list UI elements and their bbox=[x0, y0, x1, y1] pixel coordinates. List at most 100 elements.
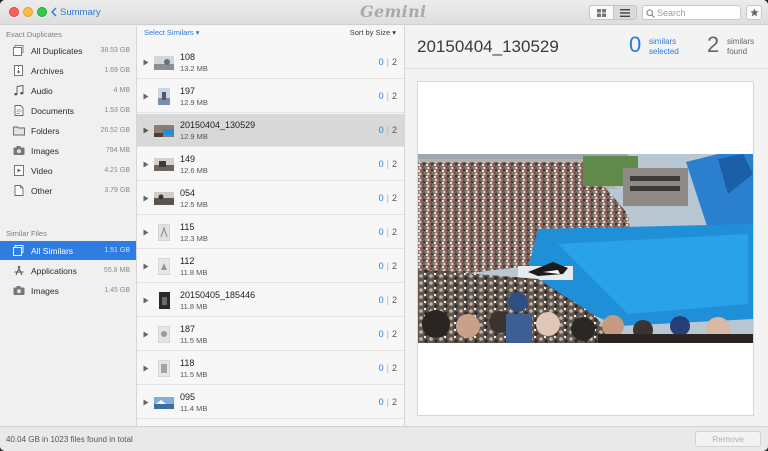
sidebar-item-folders[interactable]: Folders 26.52 GB bbox=[0, 121, 136, 140]
stat-label: selected bbox=[649, 47, 679, 56]
list-item[interactable]: 095 11.4 MB 0 | 2 bbox=[137, 386, 404, 419]
image-preview[interactable] bbox=[417, 81, 754, 416]
sidebar-item-label: Documents bbox=[31, 106, 74, 116]
list-item[interactable]: 197 12.9 MB 0 | 2 bbox=[137, 80, 404, 113]
sidebar-item-label: Audio bbox=[31, 86, 53, 96]
disclosure-triangle-icon[interactable] bbox=[143, 229, 149, 236]
similar-count: 0 | 2 bbox=[378, 397, 397, 407]
sidebar-item-similar-images[interactable]: Images 1.45 GB bbox=[0, 281, 136, 300]
thumbnail bbox=[154, 360, 174, 377]
search-input[interactable] bbox=[657, 7, 737, 18]
thumbnail bbox=[154, 224, 174, 241]
disclosure-triangle-icon[interactable] bbox=[143, 297, 149, 304]
disclosure-triangle-icon[interactable] bbox=[143, 331, 149, 338]
similar-count: 0 | 2 bbox=[378, 193, 397, 203]
sidebar: Exact Duplicates All Duplicates 38.53 GB… bbox=[0, 26, 137, 426]
disclosure-triangle-icon[interactable] bbox=[143, 195, 149, 202]
title-bar: Summary Gemini bbox=[0, 0, 768, 25]
remove-button[interactable]: Remove bbox=[695, 431, 761, 447]
totals-summary: 40.04 GB in 1023 files found in total bbox=[6, 435, 133, 444]
similar-count: 0 | 2 bbox=[378, 57, 397, 67]
sidebar-item-label: Video bbox=[31, 166, 53, 176]
similar-count: 0 | 2 bbox=[378, 227, 397, 237]
sidebar-item-images[interactable]: Images 794 MB bbox=[0, 141, 136, 160]
stat-label: similars bbox=[727, 37, 755, 46]
item-size: 12.6 MB bbox=[180, 166, 208, 175]
similar-count: 0 | 2 bbox=[378, 329, 397, 339]
similars-list[interactable]: Select Similars ▾ Sort by Size ▾ 108 13.… bbox=[137, 26, 405, 426]
back-label: Summary bbox=[60, 6, 101, 18]
sort-by-menu[interactable]: Sort by Size ▾ bbox=[350, 28, 396, 37]
sidebar-item-label: Images bbox=[31, 286, 59, 296]
thumbnail bbox=[154, 258, 174, 275]
item-name: 108 bbox=[180, 52, 196, 62]
sidebar-item-size: 38.53 GB bbox=[100, 47, 130, 54]
item-size: 13.2 MB bbox=[180, 64, 208, 73]
file-icon bbox=[14, 185, 24, 196]
item-name: 095 bbox=[180, 392, 196, 402]
minimize-window-button[interactable] bbox=[23, 7, 33, 17]
sidebar-item-archives[interactable]: Archives 1.69 GB bbox=[0, 61, 136, 80]
list-item[interactable]: 108 13.2 MB 0 | 2 bbox=[137, 46, 404, 79]
stack-icon bbox=[13, 245, 24, 256]
list-item[interactable]: 118 11.5 MB 0 | 2 bbox=[137, 352, 404, 385]
sidebar-item-label: Other bbox=[31, 186, 53, 196]
view-mode-switch bbox=[589, 5, 637, 20]
sidebar-item-label: All Similars bbox=[31, 246, 74, 256]
similar-count: 0 | 2 bbox=[378, 261, 397, 271]
close-window-button[interactable] bbox=[9, 7, 19, 17]
detail-title: 20150404_130529 bbox=[417, 37, 559, 56]
search-field[interactable] bbox=[642, 5, 741, 20]
disclosure-triangle-icon[interactable] bbox=[143, 161, 149, 168]
back-to-summary-button[interactable]: Summary bbox=[51, 5, 101, 19]
document-icon bbox=[14, 105, 24, 116]
sidebar-item-size: 1.51 GB bbox=[104, 247, 130, 254]
disclosure-triangle-icon[interactable] bbox=[143, 93, 149, 100]
sidebar-item-all-duplicates[interactable]: All Duplicates 38.53 GB bbox=[0, 41, 136, 60]
detail-pane: 20150404_130529 0 similars selected 2 si… bbox=[405, 26, 768, 426]
sidebar-item-size: 4.21 GB bbox=[104, 167, 130, 174]
sidebar-item-other[interactable]: Other 3.79 GB bbox=[0, 181, 136, 200]
sidebar-item-label: All Duplicates bbox=[31, 46, 83, 56]
disclosure-triangle-icon[interactable] bbox=[143, 59, 149, 66]
list-item[interactable]: 20150404_130529 12.9 MB 0 | 2 bbox=[137, 114, 404, 147]
similar-count: 0 | 2 bbox=[378, 125, 397, 135]
sidebar-item-size: 55.8 MB bbox=[103, 267, 130, 274]
disclosure-triangle-icon[interactable] bbox=[143, 399, 149, 406]
app-window: Summary Gemini Exact Duplicates All Dupl… bbox=[0, 0, 768, 451]
item-size: 12.9 MB bbox=[180, 98, 208, 107]
list-item[interactable]: 054 12.5 MB 0 | 2 bbox=[137, 182, 404, 215]
list-item[interactable]: 115 12.3 MB 0 | 2 bbox=[137, 216, 404, 249]
select-similars-menu[interactable]: Select Similars ▾ bbox=[144, 28, 199, 37]
preview-photo bbox=[418, 154, 753, 343]
zoom-window-button[interactable] bbox=[37, 7, 47, 17]
archive-icon bbox=[14, 65, 23, 76]
found-count: 2 bbox=[707, 32, 720, 57]
sidebar-item-size: 26.52 GB bbox=[100, 127, 130, 134]
sidebar-item-applications[interactable]: Applications 55.8 MB bbox=[0, 261, 136, 280]
favorite-button[interactable] bbox=[746, 5, 762, 20]
grid-view-button[interactable] bbox=[590, 6, 613, 19]
star-icon bbox=[749, 8, 759, 17]
sidebar-item-audio[interactable]: Audio 4 MB bbox=[0, 81, 136, 100]
sidebar-item-video[interactable]: Video 4.21 GB bbox=[0, 161, 136, 180]
list-view-button[interactable] bbox=[612, 6, 636, 19]
search-icon bbox=[646, 9, 655, 18]
list-item[interactable]: 149 12.6 MB 0 | 2 bbox=[137, 148, 404, 181]
item-name: 197 bbox=[180, 86, 196, 96]
item-name: 112 bbox=[180, 256, 195, 266]
item-name: 149 bbox=[180, 154, 196, 164]
selected-count: 0 bbox=[629, 32, 642, 57]
disclosure-triangle-icon[interactable] bbox=[143, 127, 149, 134]
grid-view-icon bbox=[596, 8, 606, 17]
similar-count: 0 | 2 bbox=[378, 91, 397, 101]
disclosure-triangle-icon[interactable] bbox=[143, 263, 149, 270]
sidebar-item-documents[interactable]: Documents 1.53 GB bbox=[0, 101, 136, 120]
status-bar: 40.04 GB in 1023 files found in total Re… bbox=[0, 426, 768, 451]
list-item[interactable]: 187 11.5 MB 0 | 2 bbox=[137, 318, 404, 351]
item-size: 11.5 MB bbox=[180, 370, 208, 379]
sidebar-item-all-similars[interactable]: All Similars 1.51 GB bbox=[0, 241, 136, 260]
disclosure-triangle-icon[interactable] bbox=[143, 365, 149, 372]
list-item[interactable]: 20150405_185446 11.8 MB 0 | 2 bbox=[137, 284, 404, 317]
list-item[interactable]: 112 11.8 MB 0 | 2 bbox=[137, 250, 404, 283]
